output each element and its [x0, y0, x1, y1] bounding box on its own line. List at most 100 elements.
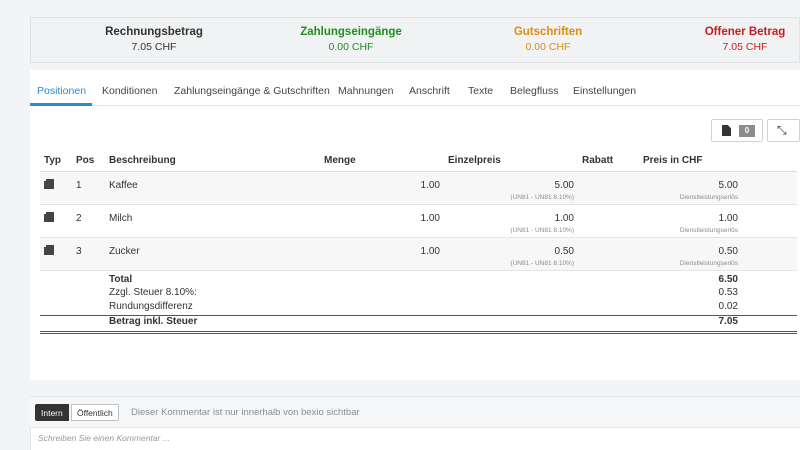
summary-total: Rechnungsbetrag 7.05 CHF	[64, 26, 244, 53]
tax-code: (UN81 - UN81 8.10%)	[510, 259, 574, 267]
tab-bar: Positionen Konditionen Zahlungseingänge …	[30, 70, 800, 106]
spacer-cell	[742, 204, 797, 238]
document-icon	[722, 125, 731, 136]
documents-count-badge: 0	[739, 125, 755, 137]
unit-price-cell: 0.50 (UN81 - UN81 8.10%)	[444, 237, 578, 271]
col-pos: Pos	[72, 151, 105, 172]
col-menge: Menge	[320, 151, 444, 172]
spacer-cell	[742, 237, 797, 271]
col-einzelpreis: Einzelpreis	[444, 151, 578, 172]
discount-cell	[578, 204, 639, 238]
grand-total-label: Betrag inkl. Steuer	[105, 314, 639, 334]
total-row: Total 6.50	[40, 270, 797, 287]
unit-price-value: 5.00	[554, 179, 574, 191]
account-label: Dienstleistungserlös	[679, 226, 738, 234]
positions-table: Typ Pos Beschreibung Menge Einzelpreis R…	[40, 151, 797, 334]
unit-price-cell: 1.00 (UN81 - UN81 8.10%)	[444, 204, 578, 238]
rounding-value: 0.02	[718, 301, 738, 312]
comment-visibility-hint: Dieser Kommentar ist nur innerhalb von b…	[131, 407, 360, 418]
summary-credits-label: Gutschriften	[513, 26, 583, 38]
summary-open: Offener Betrag 7.05 CHF	[655, 26, 800, 53]
left-strip	[0, 0, 13, 450]
col-rabatt: Rabatt	[578, 151, 639, 172]
price-cell: 1.00 Dienstleistungserlös	[639, 204, 742, 238]
quantity-cell: 1.00	[320, 237, 444, 271]
col-preis: Preis in CHF	[639, 151, 742, 172]
type-cell	[40, 204, 72, 238]
type-cell	[40, 237, 72, 271]
price-cell: 5.00 Dienstleistungserlös	[639, 171, 742, 205]
tab-zahlungseingaenge[interactable]: Zahlungseingänge & Gutschriften	[174, 85, 330, 97]
invoice-page: Rechnungsbetrag 7.05 CHF Zahlungseingäng…	[0, 0, 800, 450]
summary-credits-value: 0.00 CHF	[525, 41, 571, 53]
summary-open-value: 7.05 CHF	[722, 41, 768, 53]
tax-value: 0.53	[718, 287, 738, 298]
product-icon	[44, 178, 54, 189]
tax-row: Zzgl. Steuer 8.10%: 0.53	[40, 287, 797, 301]
col-beschreibung: Beschreibung	[105, 151, 320, 172]
rounding-row: Rundungsdifferenz 0.02	[40, 301, 797, 315]
col-spacer	[742, 151, 797, 172]
price-value: 5.00	[718, 179, 738, 191]
description-cell: Kaffee	[105, 171, 320, 205]
product-icon	[44, 244, 54, 255]
summary-credits: Gutschriften 0.00 CHF	[458, 26, 638, 53]
tab-einstellungen[interactable]: Einstellungen	[573, 85, 636, 97]
discount-cell	[578, 237, 639, 271]
tax-label: Zzgl. Steuer 8.10%:	[109, 287, 197, 298]
description-cell: Milch	[105, 204, 320, 238]
table-row[interactable]: 2 Milch 1.00 1.00 (UN81 - UN81 8.10%) 1.…	[40, 204, 797, 238]
description-cell: Zucker	[105, 237, 320, 271]
account-label: Dienstleistungserlös	[679, 259, 738, 267]
table-row[interactable]: 1 Kaffee 1.00 5.00 (UN81 - UN81 8.10%) 5…	[40, 171, 797, 205]
unit-price-value: 1.00	[554, 212, 574, 224]
table-header-row: Typ Pos Beschreibung Menge Einzelpreis R…	[40, 151, 797, 172]
price-cell: 0.50 Dienstleistungserlös	[639, 237, 742, 271]
intern-toggle[interactable]: Intern	[35, 404, 69, 421]
total-value: 6.50	[718, 273, 738, 285]
positions-panel: 0 ⤡ Typ Pos Beschreibung Menge Einzelpre…	[30, 107, 800, 363]
tax-code: (UN81 - UN81 8.10%)	[510, 193, 574, 201]
price-value: 1.00	[718, 212, 738, 224]
rounding-label: Rundungsdifferenz	[109, 301, 193, 312]
content-panel: Positionen Konditionen Zahlungseingänge …	[30, 70, 800, 380]
tab-positionen[interactable]: Positionen	[37, 85, 86, 97]
unit-price-cell: 5.00 (UN81 - UN81 8.10%)	[444, 171, 578, 205]
summary-open-label: Offener Betrag	[704, 26, 786, 38]
tab-texte[interactable]: Texte	[468, 85, 493, 97]
summary-total-value: 7.05 CHF	[131, 41, 177, 53]
collapse-button[interactable]: ⤡	[767, 119, 800, 142]
col-typ: Typ	[40, 151, 72, 172]
quantity-cell: 1.00	[320, 204, 444, 238]
grand-total-value: 7.05	[639, 314, 742, 334]
type-cell	[40, 171, 72, 205]
pos-cell: 3	[72, 237, 105, 271]
summary-payments-value: 0.00 CHF	[328, 41, 374, 53]
spacer-cell	[742, 171, 797, 205]
quantity-cell: 1.00	[320, 171, 444, 205]
comment-input[interactable]: Schreiben Sie einen Kommentar ...	[30, 427, 800, 450]
unit-price-value: 0.50	[554, 245, 574, 257]
pos-cell: 2	[72, 204, 105, 238]
pos-cell: 1	[72, 171, 105, 205]
summary-panel: Rechnungsbetrag 7.05 CHF Zahlungseingäng…	[30, 17, 800, 63]
account-label: Dienstleistungserlös	[679, 193, 738, 201]
product-icon	[44, 211, 54, 222]
documents-button[interactable]: 0	[711, 119, 763, 142]
grand-total-row: Betrag inkl. Steuer 7.05	[40, 314, 797, 334]
summary-total-label: Rechnungsbetrag	[105, 26, 203, 38]
comment-area: Intern Öffentlich Dieser Kommentar ist n…	[30, 396, 800, 450]
tab-konditionen[interactable]: Konditionen	[102, 85, 157, 97]
summary-payments: Zahlungseingänge 0.00 CHF	[261, 26, 441, 53]
tab-belegfluss[interactable]: Belegfluss	[510, 85, 558, 97]
total-label: Total	[109, 273, 133, 285]
table-row[interactable]: 3 Zucker 1.00 0.50 (UN81 - UN81 8.10%) 0…	[40, 237, 797, 271]
public-toggle[interactable]: Öffentlich	[71, 404, 119, 421]
summary-payments-label: Zahlungseingänge	[300, 26, 402, 38]
compress-icon: ⤡	[777, 123, 787, 137]
tax-code: (UN81 - UN81 8.10%)	[510, 226, 574, 234]
tab-anschrift[interactable]: Anschrift	[409, 85, 450, 97]
tab-mahnungen[interactable]: Mahnungen	[338, 85, 393, 97]
active-tab-indicator	[30, 103, 92, 106]
price-value: 0.50	[718, 245, 738, 257]
